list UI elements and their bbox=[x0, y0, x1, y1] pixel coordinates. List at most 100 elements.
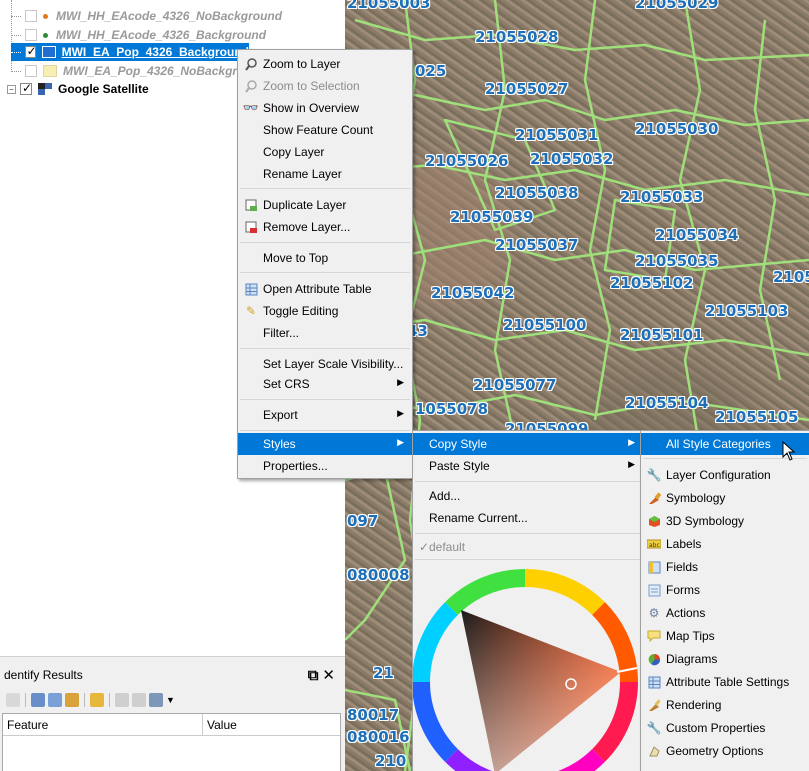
expand-tree-icon[interactable] bbox=[31, 693, 45, 707]
menu-item-styles[interactable]: Styles ▶ bbox=[238, 433, 412, 455]
layer-checkbox[interactable] bbox=[24, 44, 36, 58]
menu-item-duplicate-layer[interactable]: Duplicate Layer bbox=[238, 194, 412, 216]
layer-context-menu: Zoom to Layer Zoom to Selection 👓 Show i… bbox=[237, 49, 413, 479]
layer-name: MWI_HH_EAcode_4326_Background bbox=[56, 28, 267, 42]
layer-checkbox[interactable] bbox=[20, 81, 32, 95]
actions-icon: ⚙ bbox=[648, 606, 660, 620]
menu-item-properties[interactable]: Properties... bbox=[238, 455, 412, 477]
menu-item-attribute-table-settings[interactable]: Attribute Table Settings bbox=[641, 671, 809, 693]
menu-item-fields[interactable]: Fields bbox=[641, 556, 809, 578]
color-wheel[interactable] bbox=[413, 560, 643, 771]
ea-code-label: 21055042 bbox=[431, 284, 515, 302]
layer-checkbox[interactable] bbox=[25, 29, 37, 41]
clear-results-icon[interactable] bbox=[90, 693, 104, 707]
ea-code-label: 080016 bbox=[347, 728, 410, 746]
menu-item-copy-layer[interactable]: Copy Layer bbox=[238, 141, 412, 163]
point-symbol-icon bbox=[43, 13, 48, 19]
menu-item-rename-current[interactable]: Rename Current... bbox=[413, 507, 643, 529]
close-panel-icon[interactable]: ✕ bbox=[322, 667, 339, 684]
menu-item-labels[interactable]: abc Labels bbox=[641, 533, 809, 555]
menu-item-show-feature-count[interactable]: Show Feature Count bbox=[238, 119, 412, 141]
menu-item-forms[interactable]: Forms bbox=[641, 579, 809, 601]
menu-item-filter[interactable]: Filter... bbox=[238, 322, 412, 344]
menu-item-paste-style[interactable]: Paste Style ▶ bbox=[413, 455, 643, 477]
layer-row[interactable]: MWI_HH_EAcode_4326_Background bbox=[11, 25, 266, 45]
layer-row-selected[interactable]: MWI_EA_Pop_4326_Background bbox=[11, 43, 249, 61]
ea-code-label: 21055100 bbox=[503, 316, 587, 334]
print-icon[interactable] bbox=[132, 693, 146, 707]
menu-item-default-style[interactable]: ✓ default bbox=[413, 536, 643, 558]
color-wheel-widget[interactable] bbox=[413, 560, 643, 771]
labels-icon: abc bbox=[647, 537, 661, 551]
chevron-down-icon[interactable]: ▼ bbox=[166, 695, 175, 705]
ea-code-label: 097 bbox=[347, 512, 379, 530]
ea-code-label: 21055103 bbox=[705, 302, 789, 320]
menu-item-copy-style[interactable]: Copy Style ▶ bbox=[413, 433, 643, 455]
ea-code-label: 21055035 bbox=[635, 252, 719, 270]
panel-controls: ⧉✕ bbox=[308, 666, 339, 684]
polygon-symbol-icon bbox=[42, 46, 56, 58]
menu-item-geometry-options[interactable]: Geometry Options bbox=[641, 740, 809, 762]
diagrams-icon bbox=[647, 652, 661, 666]
column-header[interactable]: Value bbox=[203, 714, 340, 735]
menu-item-set-layer-scale-visibility[interactable]: Set Layer Scale Visibility... bbox=[238, 353, 412, 375]
point-symbol-icon bbox=[43, 32, 48, 38]
layer-row[interactable]: − Google Satellite bbox=[7, 79, 149, 99]
menu-item-map-tips[interactable]: Map Tips bbox=[641, 625, 809, 647]
menu-item-open-attribute-table[interactable]: Open Attribute Table bbox=[238, 278, 412, 300]
menu-item-layer-configuration[interactable]: 🔧 Layer Configuration bbox=[641, 464, 809, 486]
menu-item-3d-symbology[interactable]: 3D Symbology bbox=[641, 510, 809, 532]
symbology-icon bbox=[647, 491, 661, 505]
menu-item-rendering[interactable]: Rendering bbox=[641, 694, 809, 716]
collapse-icon[interactable]: − bbox=[7, 84, 16, 94]
ea-code-label: 2105 bbox=[773, 268, 809, 286]
ea-code-label: 21055003 bbox=[347, 0, 431, 12]
layer-name: MWI_HH_EAcode_4326_NoBackground bbox=[56, 9, 283, 23]
ea-code-label: 21055038 bbox=[495, 184, 579, 202]
menu-item-zoom-to-layer[interactable]: Zoom to Layer bbox=[238, 53, 412, 75]
layer-row[interactable]: MWI_EA_Pop_4326_NoBackground bbox=[11, 61, 266, 81]
ea-code-label: 21055034 bbox=[655, 226, 739, 244]
menu-item-move-to-top[interactable]: Move to Top bbox=[238, 247, 412, 269]
column-header[interactable]: Feature bbox=[3, 714, 203, 735]
settings-dropdown-icon[interactable] bbox=[149, 693, 163, 707]
layer-config-icon: 🔧 bbox=[646, 468, 662, 482]
menu-item-add-style[interactable]: Add... bbox=[413, 485, 643, 507]
menu-item-symbology[interactable]: Symbology bbox=[641, 487, 809, 509]
layer-checkbox[interactable] bbox=[25, 10, 37, 22]
menu-item-rename-layer[interactable]: Rename Layer bbox=[238, 163, 412, 185]
float-panel-icon[interactable]: ⧉ bbox=[308, 667, 323, 684]
remove-icon bbox=[244, 220, 258, 234]
submenu-arrow-icon: ▶ bbox=[397, 437, 404, 447]
menu-item-show-in-overview[interactable]: 👓 Show in Overview bbox=[238, 97, 412, 119]
layer-checkbox[interactable] bbox=[25, 65, 37, 77]
zoom-icon bbox=[244, 57, 258, 71]
layer-row[interactable]: MWI_HH_EAcode_4326_NoBackground bbox=[11, 6, 282, 26]
identify-results-table: Feature Value bbox=[2, 713, 341, 771]
expand-new-icon[interactable] bbox=[65, 693, 79, 707]
copy-icon[interactable] bbox=[115, 693, 129, 707]
menu-item-toggle-editing[interactable]: ✎ Toggle Editing bbox=[238, 300, 412, 322]
mouse-cursor-icon bbox=[782, 440, 796, 461]
menu-item-export[interactable]: Export ▶ bbox=[238, 404, 412, 426]
menu-item-actions[interactable]: ⚙ Actions bbox=[641, 602, 809, 624]
menu-item-zoom-to-selection[interactable]: Zoom to Selection bbox=[238, 75, 412, 97]
menu-item-custom-properties[interactable]: 🔧 Custom Properties bbox=[641, 717, 809, 739]
menu-item-set-crs[interactable]: Set CRS ▶ bbox=[238, 373, 412, 395]
map-tips-icon bbox=[647, 629, 661, 643]
attribute-table-icon bbox=[647, 675, 661, 689]
menu-item-remove-layer[interactable]: Remove Layer... bbox=[238, 216, 412, 238]
ea-code-label: 21055037 bbox=[495, 236, 579, 254]
submenu-arrow-icon: ▶ bbox=[628, 437, 635, 447]
menu-item-diagrams[interactable]: Diagrams bbox=[641, 648, 809, 670]
ea-code-label: 21055030 bbox=[635, 120, 719, 138]
rendering-icon bbox=[647, 698, 661, 712]
ea-code-label: 21 bbox=[373, 664, 394, 682]
expand-icon[interactable] bbox=[6, 693, 20, 707]
ea-code-label: 21055102 bbox=[610, 274, 694, 292]
custom-properties-icon: 🔧 bbox=[646, 721, 662, 735]
layer-name: Google Satellite bbox=[58, 82, 149, 96]
collapse-tree-icon[interactable] bbox=[48, 693, 62, 707]
zoom-selection-icon bbox=[244, 79, 258, 93]
identify-toolbar: ▼ bbox=[6, 690, 175, 710]
